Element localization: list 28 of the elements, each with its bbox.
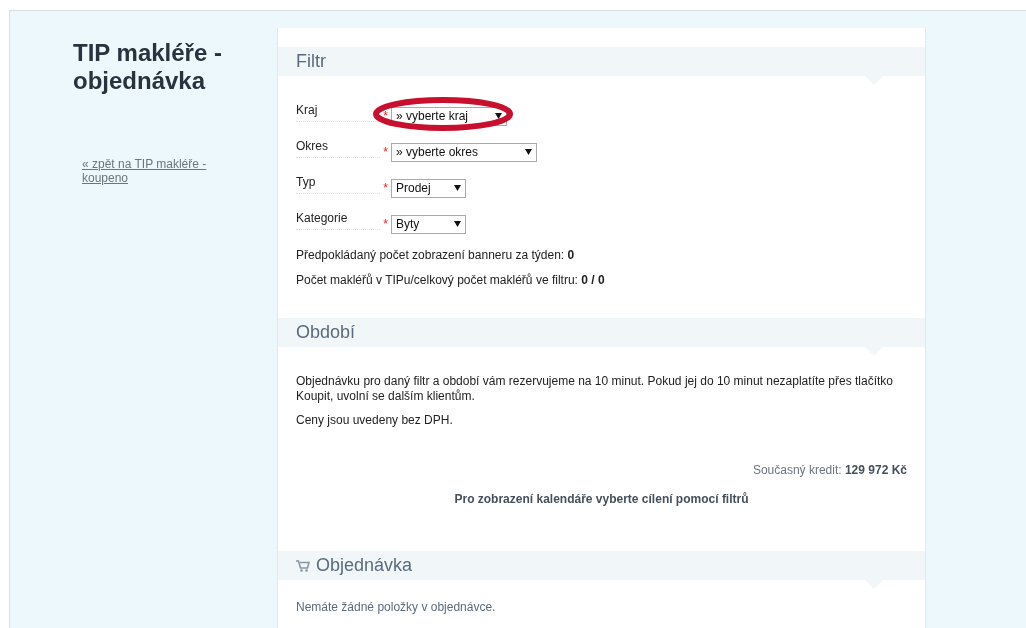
- cart-icon: [296, 559, 310, 572]
- section-title: Objednávka: [316, 555, 413, 576]
- statistic-text: Předpokládaný počet zobrazení banneru za týden: 0: [296, 248, 576, 263]
- field-label: Kategorie: [296, 210, 380, 230]
- section-title: Filtr: [296, 51, 326, 72]
- dropdown[interactable]: Prodej: [391, 178, 466, 198]
- section-title: Období: [296, 322, 356, 343]
- caret-icon: [454, 185, 461, 191]
- info-paragraph: Objednávku pro daný filtr a období vám rezervujeme na 10 minut. Pokud jej do 10 minut nezaplatíte přes tlačítko Koupit, uvolní se dalším klientům.: [296, 374, 894, 404]
- empty-order-message: Nemáte žádné položky v objednávce.: [296, 600, 496, 614]
- info-paragraph: Ceny jsou uvedeny bez DPH.: [296, 413, 454, 428]
- required-mark: *: [382, 145, 389, 159]
- back-link[interactable]: « zpět na TIP makléře - koupeno: [82, 157, 222, 185]
- required-mark: *: [382, 109, 389, 123]
- dropdown[interactable]: » vyberte okres: [391, 142, 537, 162]
- required-mark: *: [382, 217, 389, 231]
- calendar-hint: Pro zobrazení kalendáře vyberte cílení pomocí filtrů: [453, 492, 750, 506]
- statistic-text: Počet makléřů v TIPu/celkový počet makléřů ve filtru: 0 / 0: [296, 273, 606, 288]
- field-label: Typ: [296, 174, 380, 194]
- field-label: Okres: [296, 138, 380, 158]
- caret-icon: [525, 149, 532, 155]
- dropdown[interactable]: Byty: [391, 214, 466, 234]
- credit-balance: Současný kredit: 129 972 Kč: [751, 463, 907, 477]
- required-mark: *: [382, 181, 389, 195]
- field-label: Kraj: [296, 102, 380, 122]
- caret-icon: [454, 221, 461, 227]
- page-title: TIP makléře - objednávka: [73, 39, 223, 95]
- caret-icon: [495, 113, 502, 119]
